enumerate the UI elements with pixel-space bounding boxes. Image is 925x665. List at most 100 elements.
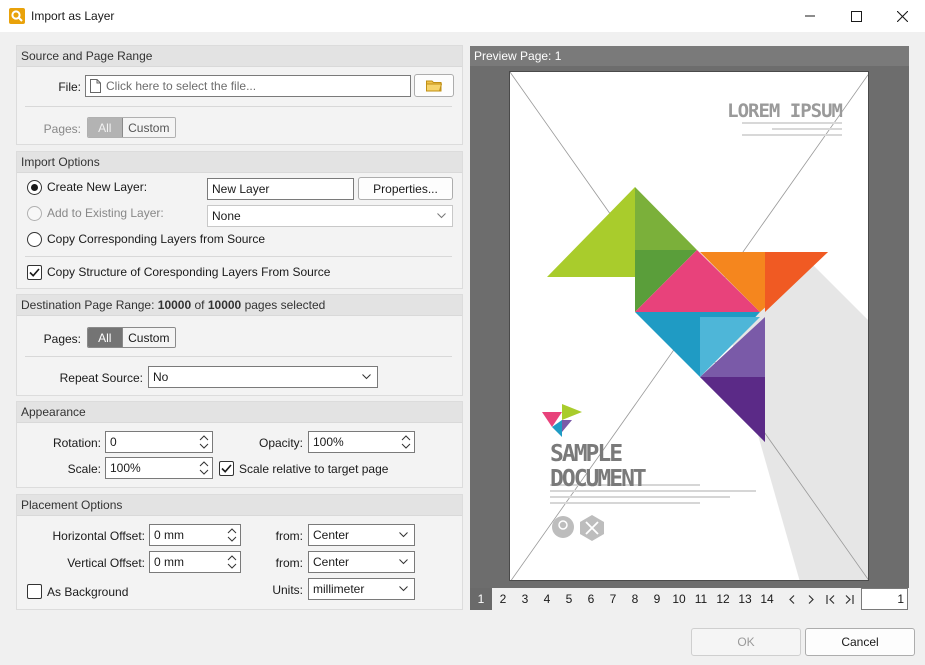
first-page-icon bbox=[825, 594, 834, 604]
source-pages-all[interactable]: All bbox=[88, 118, 122, 137]
appearance-header: Appearance bbox=[17, 402, 462, 423]
destination-separator bbox=[25, 356, 452, 357]
repeat-source-label: Repeat Source: bbox=[59, 371, 143, 385]
checkmark-icon bbox=[221, 464, 232, 473]
destination-pages-toggle: All Custom bbox=[87, 327, 176, 348]
vertical-offset-spinner[interactable]: 0 mm bbox=[149, 551, 241, 573]
browse-file-button[interactable] bbox=[414, 74, 454, 97]
rotation-value: 0 bbox=[110, 435, 117, 449]
chevron-left-icon bbox=[789, 594, 795, 604]
last-page-icon bbox=[845, 594, 854, 604]
page-navigator: 1 2 3 4 5 6 7 8 9 10 11 12 13 14 1 bbox=[470, 588, 909, 611]
as-background-label: As Background bbox=[47, 585, 129, 599]
opacity-label: Opacity: bbox=[258, 436, 303, 450]
page-tab[interactable]: 11 bbox=[690, 588, 712, 610]
scale-spinner[interactable]: 100% bbox=[105, 457, 213, 479]
destination-suffix: pages selected bbox=[244, 298, 326, 312]
add-existing-layer-radio[interactable] bbox=[27, 206, 42, 221]
as-background-checkbox[interactable] bbox=[27, 584, 42, 599]
file-input[interactable]: Click here to select the file... bbox=[85, 75, 411, 97]
page-tab[interactable]: 7 bbox=[602, 588, 624, 610]
last-page-button[interactable] bbox=[838, 588, 860, 610]
horizontal-offset-label: Horizontal Offset: bbox=[52, 529, 145, 543]
vertical-from-value: Center bbox=[313, 555, 350, 569]
import-options-header: Import Options bbox=[17, 152, 462, 173]
page-tab[interactable]: 4 bbox=[536, 588, 558, 610]
vertical-from-select[interactable]: Center bbox=[308, 551, 415, 573]
preview-heading: LOREM IPSUM bbox=[727, 100, 843, 122]
page-tab[interactable]: 9 bbox=[646, 588, 668, 610]
close-button[interactable] bbox=[879, 0, 925, 32]
source-pages-label: Pages: bbox=[43, 122, 81, 136]
repeat-source-select[interactable]: No bbox=[148, 366, 378, 388]
horizontal-offset-spinner[interactable]: 0 mm bbox=[149, 524, 241, 546]
existing-layer-select[interactable]: None bbox=[207, 205, 453, 227]
horizontal-offset-value: 0 mm bbox=[154, 528, 184, 542]
page-tab[interactable]: 5 bbox=[558, 588, 580, 610]
page-tab[interactable]: 6 bbox=[580, 588, 602, 610]
properties-button[interactable]: Properties... bbox=[358, 177, 453, 200]
window-title: Import as Layer bbox=[31, 9, 115, 23]
source-pages-custom[interactable]: Custom bbox=[121, 118, 175, 137]
preview-pane: Preview Page: 1 LOREM IPSUM SAMPLE DOCUM… bbox=[470, 46, 909, 611]
page-tab[interactable]: 13 bbox=[734, 588, 756, 610]
chevron-down-icon bbox=[362, 374, 371, 380]
page-tab[interactable]: 14 bbox=[756, 588, 778, 610]
page-tab[interactable]: 10 bbox=[668, 588, 690, 610]
minimize-icon bbox=[805, 15, 815, 17]
file-label: File: bbox=[58, 80, 81, 94]
opacity-spinner[interactable]: 100% bbox=[308, 431, 415, 453]
cancel-button[interactable]: Cancel bbox=[805, 628, 915, 656]
appearance-panel: Appearance Rotation: 0 Opacity: 100% Sca… bbox=[16, 401, 463, 488]
checkmark-icon bbox=[29, 268, 40, 277]
destination-pages-all[interactable]: All bbox=[88, 328, 122, 347]
chevron-right-icon bbox=[808, 594, 814, 604]
source-pages-toggle: All Custom bbox=[87, 117, 176, 138]
units-label: Units: bbox=[272, 583, 303, 597]
scale-relative-checkbox[interactable] bbox=[219, 461, 234, 476]
page-tab[interactable]: 8 bbox=[624, 588, 646, 610]
new-layer-name-input[interactable]: New Layer bbox=[207, 178, 354, 200]
page-tab[interactable]: 1 bbox=[470, 588, 492, 610]
copy-layers-radio[interactable] bbox=[27, 232, 42, 247]
preview-page: LOREM IPSUM SAMPLE DOCUMENT bbox=[509, 71, 869, 581]
destination-pages-custom[interactable]: Custom bbox=[121, 328, 175, 347]
preview-sample-title: SAMPLE DOCUMENT bbox=[550, 441, 647, 492]
page-tab[interactable]: 2 bbox=[492, 588, 514, 610]
from-label-vertical: from: bbox=[275, 556, 303, 570]
rotation-spinner[interactable]: 0 bbox=[105, 431, 213, 453]
from-label-horizontal: from: bbox=[275, 529, 303, 543]
placement-header: Placement Options bbox=[17, 495, 462, 516]
page-number-input[interactable]: 1 bbox=[861, 588, 908, 610]
destination-of: of bbox=[194, 298, 205, 312]
destination-selected-count: 10000 bbox=[157, 298, 192, 312]
scale-relative-label: Scale relative to target page bbox=[239, 462, 389, 476]
destination-header-prefix: Destination Page Range: bbox=[21, 298, 155, 312]
document-icon bbox=[90, 79, 101, 93]
create-new-layer-label: Create New Layer: bbox=[47, 180, 148, 194]
create-new-layer-radio[interactable] bbox=[27, 180, 42, 195]
preview-sample-line1: SAMPLE bbox=[550, 441, 623, 467]
preview-title: Preview Page: 1 bbox=[470, 46, 909, 66]
horizontal-from-select[interactable]: Center bbox=[308, 524, 415, 546]
page-tab[interactable]: 12 bbox=[712, 588, 734, 610]
app-logo-icon bbox=[9, 8, 25, 24]
vertical-offset-value: 0 mm bbox=[154, 555, 184, 569]
copy-structure-checkbox[interactable] bbox=[27, 265, 42, 280]
units-select[interactable]: millimeter bbox=[308, 578, 415, 600]
chevron-down-icon bbox=[437, 213, 446, 219]
source-panel: Source and Page Range File: Click here t… bbox=[16, 45, 463, 145]
chevron-down-icon bbox=[399, 532, 408, 538]
page-tab[interactable]: 3 bbox=[514, 588, 536, 610]
horizontal-from-value: Center bbox=[313, 528, 350, 542]
copy-layers-label: Copy Corresponding Layers from Source bbox=[47, 232, 266, 246]
chevron-down-icon bbox=[399, 559, 408, 565]
maximize-button[interactable] bbox=[833, 0, 879, 32]
destination-total-count: 10000 bbox=[207, 298, 242, 312]
sample-document-artwork bbox=[510, 72, 868, 580]
minimize-button[interactable] bbox=[787, 0, 833, 32]
preview-sample-line2: DOCUMENT bbox=[550, 466, 647, 492]
ok-button[interactable]: OK bbox=[691, 628, 801, 656]
placement-panel: Placement Options Horizontal Offset: 0 m… bbox=[16, 494, 463, 610]
repeat-source-value: No bbox=[153, 370, 169, 384]
